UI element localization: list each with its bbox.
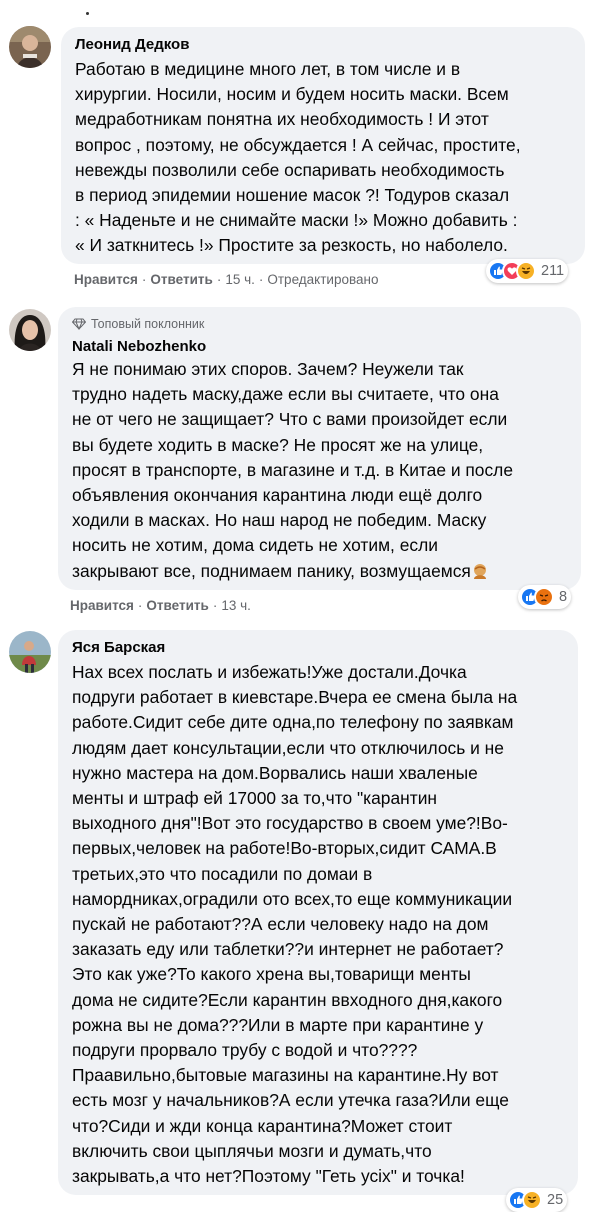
comment-bubble: Леонид Дедков Работаю в медицине много л… [61, 27, 585, 264]
reactions-summary[interactable]: 25 [506, 1188, 568, 1212]
comment-time[interactable]: 15 ч. [225, 272, 255, 287]
edited-label[interactable]: Отредактировано [267, 272, 378, 287]
avatar[interactable] [9, 309, 51, 351]
reaction-count: 25 [547, 1192, 564, 1208]
top-fan-label: Топовый поклонник [91, 317, 205, 331]
like-button[interactable]: Нравится [74, 272, 138, 287]
like-button[interactable]: Нравится [70, 598, 134, 613]
avatar[interactable] [9, 631, 51, 673]
top-fan-badge: Топовый поклонник [72, 315, 567, 333]
avatar[interactable] [9, 26, 51, 68]
reactions-summary[interactable]: 8 [518, 585, 572, 609]
separator-dot: · [141, 272, 147, 287]
comment-text-body: Я не понимаю этих споров. Зачем? Неужели… [72, 359, 513, 581]
reply-button[interactable]: Ответить [146, 598, 208, 613]
facepalm-emoji-icon [473, 563, 486, 579]
diamond-icon [72, 318, 86, 330]
haha-icon [516, 261, 536, 281]
comment-bubble: Топовый поклонник Natali Nebozhenko Я не… [58, 307, 581, 590]
separator-dot [86, 12, 89, 15]
comment-time[interactable]: 13 ч. [221, 598, 251, 613]
comment-bubble: Яся Барская Нах всех послать и избежать!… [58, 630, 578, 1195]
author-name[interactable]: Natali Nebozhenko [72, 337, 567, 357]
reaction-count: 211 [541, 263, 565, 279]
author-name[interactable]: Яся Барская [72, 638, 564, 658]
separator-dot: · [137, 598, 143, 613]
comment-text: Я не понимаю этих споров. Зачем? Неужели… [72, 357, 567, 584]
separator-dot: · [216, 272, 222, 287]
author-name[interactable]: Леонид Дедков [75, 35, 571, 55]
haha-icon [522, 1190, 542, 1210]
comment-actions: Нравится · Ответить · 13 ч. [70, 598, 251, 613]
angry-icon [534, 587, 554, 607]
comment-actions: Нравится · Ответить · 15 ч. · Отредактир… [74, 272, 378, 287]
reactions-summary[interactable]: 211 [486, 259, 569, 283]
comment-text: Работаю в медицине много лет, в том числ… [75, 59, 521, 256]
comment-text: Нах всех послать и избежать!Уже достали.… [72, 662, 518, 1187]
separator-dot: · [258, 272, 264, 287]
reply-button[interactable]: Ответить [150, 272, 212, 287]
separator-dot: · [212, 598, 218, 613]
reaction-count: 8 [559, 589, 568, 605]
